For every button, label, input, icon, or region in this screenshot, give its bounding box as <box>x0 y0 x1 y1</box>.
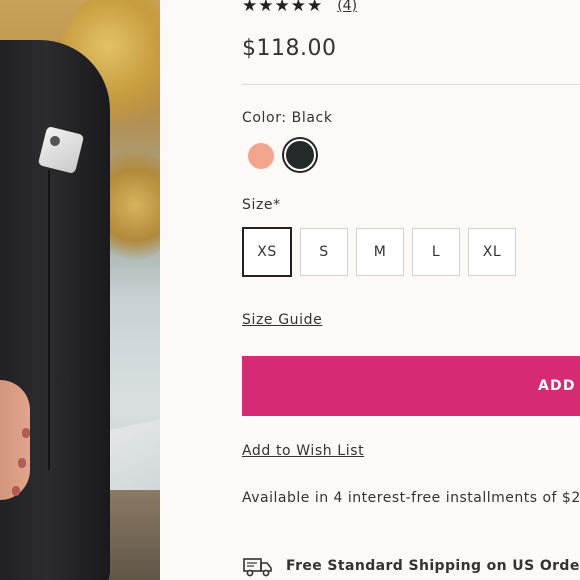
rating-stars-icon: ★★★★★ <box>242 0 324 16</box>
photo-legging <box>0 40 110 580</box>
size-options: XS S M L XL <box>242 227 516 277</box>
shipping-text: Free Standard Shipping on US Orders <box>286 558 580 574</box>
photo-nail <box>22 428 30 438</box>
photo-hand <box>0 380 30 500</box>
size-option-xs[interactable]: XS <box>242 227 292 277</box>
divider <box>242 84 580 85</box>
review-count-link[interactable]: (4) <box>337 0 357 14</box>
color-swatch-peach[interactable] <box>248 143 274 169</box>
size-option-xl[interactable]: XL <box>468 228 516 276</box>
installments-text: Available in 4 interest-free installment… <box>242 490 580 506</box>
rating-row: ★★★★★ (4) <box>242 0 357 16</box>
add-to-cart-label: ADD T <box>538 378 580 394</box>
size-option-m[interactable]: M <box>356 228 404 276</box>
product-info-panel: ★★★★★ (4) $118.00 Color: Black Size* XS … <box>242 0 580 580</box>
photo-pocket-seam <box>48 170 50 470</box>
photo-nail <box>12 486 20 496</box>
photo-nail <box>18 458 26 468</box>
size-guide-link[interactable]: Size Guide <box>242 312 322 328</box>
add-to-wish-list-link[interactable]: Add to Wish List <box>242 443 364 459</box>
add-to-cart-button[interactable]: ADD T <box>242 356 580 416</box>
color-swatch-black[interactable] <box>284 139 316 171</box>
truck-icon <box>243 558 272 577</box>
size-option-s[interactable]: S <box>300 228 348 276</box>
product-photo <box>0 0 160 580</box>
size-option-l[interactable]: L <box>412 228 460 276</box>
size-label: Size* <box>242 197 281 213</box>
shipping-info: Free Standard Shipping on US Orders <box>242 554 580 578</box>
color-label: Color: Black <box>242 110 333 126</box>
product-price: $118.00 <box>242 36 337 61</box>
